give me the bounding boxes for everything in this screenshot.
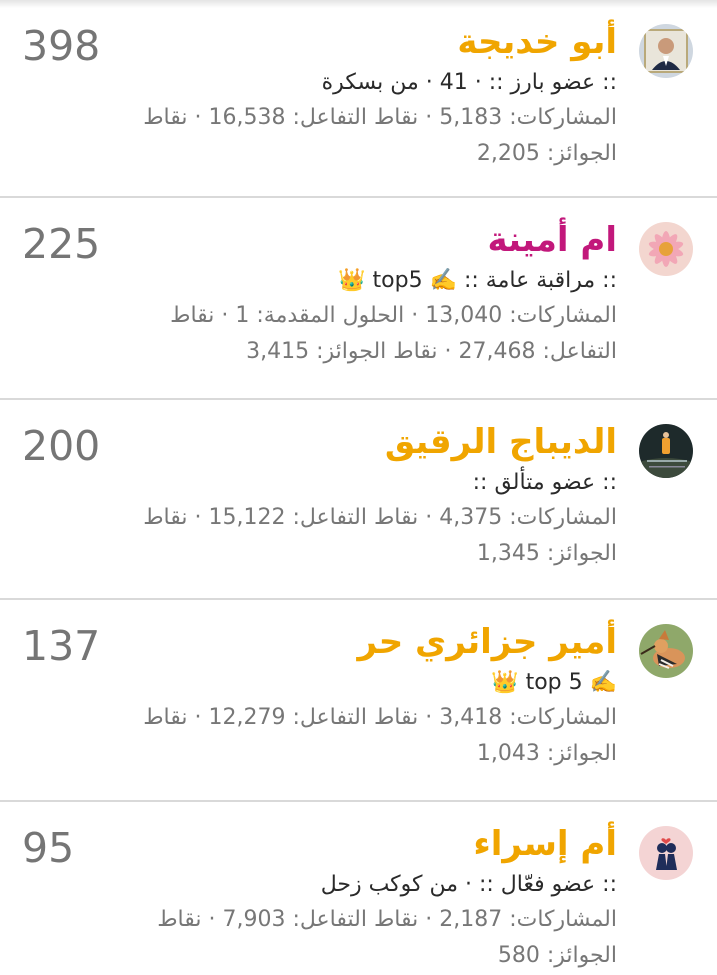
member-row[interactable]: 137 أمير جزائري حر ✍️ top 5 👑 المشاركات:… xyxy=(0,600,717,802)
member-info: أبو خديجة :: عضو بارز :: · 41 · من بسكرة… xyxy=(97,18,617,172)
member-title: :: عضو بارز :: · 41 · من بسكرة xyxy=(321,70,617,95)
points-value: 200 xyxy=(22,422,101,470)
hoopoe-bird-avatar-icon[interactable] xyxy=(639,624,693,678)
member-stats: المشاركات: 3,418 · نقاط التفاعل: 12,279 … xyxy=(143,705,617,766)
member-title: :: عضو فعّال :: · من كوكب زحل xyxy=(320,872,617,897)
member-name[interactable]: أمير جزائري حر xyxy=(97,618,617,666)
points-value: 225 xyxy=(22,220,101,268)
member-row[interactable]: 225 ام أمينة :: مراقبة عامة :: ✍️ top5 👑… xyxy=(0,198,717,400)
member-name[interactable]: أم إسراء xyxy=(97,820,617,868)
member-title: :: مراقبة عامة :: ✍️ top5 👑 xyxy=(338,268,617,293)
member-stats: المشاركات: 4,375 · نقاط التفاعل: 15,122 … xyxy=(143,505,617,566)
points-value: 137 xyxy=(22,622,101,670)
points-value: 398 xyxy=(22,22,101,70)
member-name[interactable]: أبو خديجة xyxy=(97,18,617,66)
member-info: أمير جزائري حر ✍️ top 5 👑 المشاركات: 3,4… xyxy=(97,618,617,772)
member-stats: المشاركات: 2,187 · نقاط التفاعل: 7,903 ·… xyxy=(157,907,617,968)
night-road-avatar-icon[interactable] xyxy=(639,424,693,478)
leaderboard-list: 398 أبو خديجة :: عضو بارز :: · 41 · من ب… xyxy=(0,0,717,975)
man-portrait-avatar-icon[interactable] xyxy=(639,24,693,78)
member-row[interactable]: 398 أبو خديجة :: عضو بارز :: · 41 · من ب… xyxy=(0,0,717,198)
pink-flower-avatar-icon[interactable] xyxy=(639,222,693,276)
member-row[interactable]: 95 أم إسراء :: عضو فعّال :: · من كوكب زح… xyxy=(0,802,717,975)
member-info: الديباج الرقيق :: عضو متألق :: المشاركات… xyxy=(97,418,617,572)
member-info: ام أمينة :: مراقبة عامة :: ✍️ top5 👑 الم… xyxy=(97,216,617,370)
member-stats: المشاركات: 5,183 · نقاط التفاعل: 16,538 … xyxy=(143,105,617,166)
member-info: أم إسراء :: عضو فعّال :: · من كوكب زحل ا… xyxy=(97,820,617,974)
member-row[interactable]: 200 الديباج الرقيق :: عضو متألق :: المشا… xyxy=(0,400,717,600)
member-title: :: عضو متألق :: xyxy=(472,470,617,495)
member-name[interactable]: ام أمينة xyxy=(97,216,618,264)
member-stats: المشاركات: 13,040 · الحلول المقدمة: 1 · … xyxy=(170,303,617,364)
member-title: ✍️ top 5 👑 xyxy=(491,670,617,695)
points-value: 95 xyxy=(22,824,75,872)
couple-silhouette-avatar-icon[interactable] xyxy=(639,826,693,880)
member-name[interactable]: الديباج الرقيق xyxy=(97,418,617,466)
